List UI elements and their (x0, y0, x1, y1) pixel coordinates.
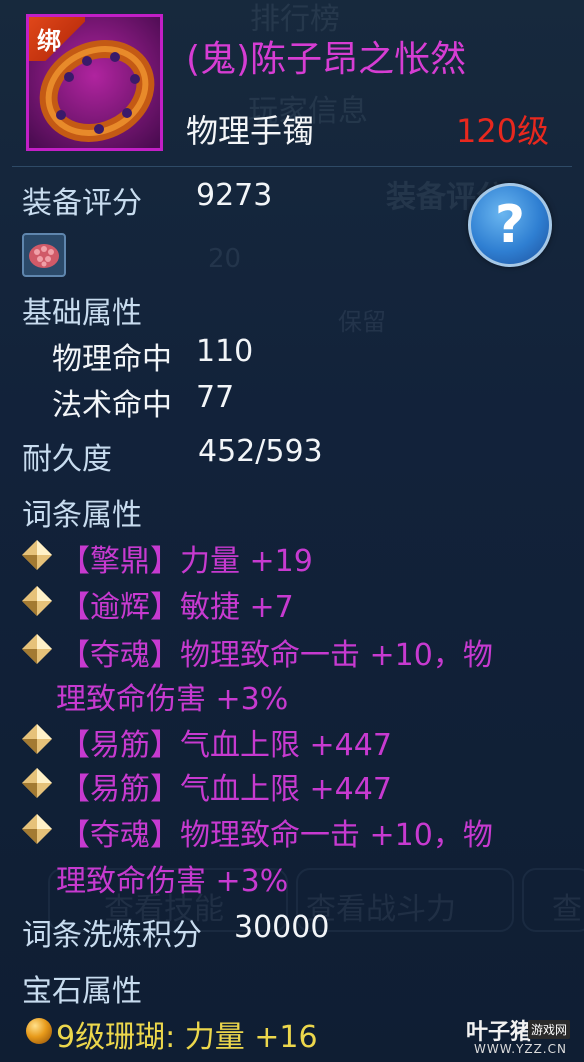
item-header: 绑 (鬼)陈子昂之怅然 物理手镯 120级 (0, 0, 584, 166)
base-stat-value-2: 77 (196, 380, 235, 415)
item-level: 120级 (456, 112, 550, 150)
item-tooltip-panel: 排行榜 玩家信息 装备评分 20 保留 查看技能 查看战斗力 查 绑 (鬼)陈子… (0, 0, 584, 1062)
refine-value: 30000 (234, 910, 330, 945)
bind-label: 绑 (37, 27, 61, 55)
gem-orb-icon (26, 1018, 52, 1044)
help-icon: ? (494, 195, 526, 255)
bg-level-badge: 20 (208, 244, 242, 274)
gem-entry: 9级珊瑚: 力量 +16 (56, 1020, 318, 1055)
affix-entry-1: 【擎鼎】力量 +19 (60, 544, 313, 579)
affix-entry-4: 【易筋】气血上限 +447 (60, 728, 392, 763)
durability-label: 耐久度 (22, 442, 112, 477)
watermark-url: WWW.YZZ.CN (474, 1042, 567, 1056)
diamond-bullet-icon (22, 768, 52, 798)
affix-entry-3-cont: 理致命伤害 +3% (56, 682, 289, 717)
gem-heading: 宝石属性 (22, 974, 142, 1009)
affix-entry-3: 【夺魂】物理致命一击 +10，物 (60, 638, 493, 673)
item-name: (鬼)陈子昂之怅然 (186, 39, 467, 80)
base-stat-value-1: 110 (196, 334, 254, 369)
affix-entry-6: 【夺魂】物理致命一击 +10，物 (60, 818, 493, 853)
coral-gem-icon (29, 244, 59, 268)
affix-entry-5: 【易筋】气血上限 +447 (60, 772, 392, 807)
affix-entry-2: 【逾辉】敏捷 +7 (60, 590, 294, 625)
affix-heading: 词条属性 (22, 498, 142, 533)
refine-label: 词条洗炼积分 (22, 918, 202, 953)
header-divider (12, 166, 572, 167)
base-heading: 基础属性 (22, 296, 142, 331)
item-icon-frame[interactable]: 绑 (26, 14, 163, 151)
score-label: 装备评分 (22, 186, 142, 221)
score-value: 9273 (196, 178, 273, 213)
affix-entry-6-cont: 理致命伤害 +3% (56, 864, 289, 899)
base-stat-label-2: 法术命中 (52, 388, 172, 423)
diamond-bullet-icon (22, 814, 52, 844)
bg-slot-label: 保留 (338, 308, 386, 336)
help-button[interactable]: ? (468, 183, 552, 267)
diamond-bullet-icon (22, 634, 52, 664)
durability-value: 452/593 (198, 434, 323, 469)
item-type: 物理手镯 (186, 112, 315, 150)
gem-slot-badge (22, 233, 66, 277)
site-watermark: 叶子猪 游戏网 WWW.YZZ.CN (462, 1014, 580, 1058)
bg-button-more-label: 查 (552, 892, 582, 927)
base-stat-label-1: 物理命中 (52, 342, 172, 377)
diamond-bullet-icon (22, 540, 52, 570)
diamond-bullet-icon (22, 586, 52, 616)
watermark-tag: 游戏网 (528, 1020, 571, 1039)
diamond-bullet-icon (22, 724, 52, 754)
